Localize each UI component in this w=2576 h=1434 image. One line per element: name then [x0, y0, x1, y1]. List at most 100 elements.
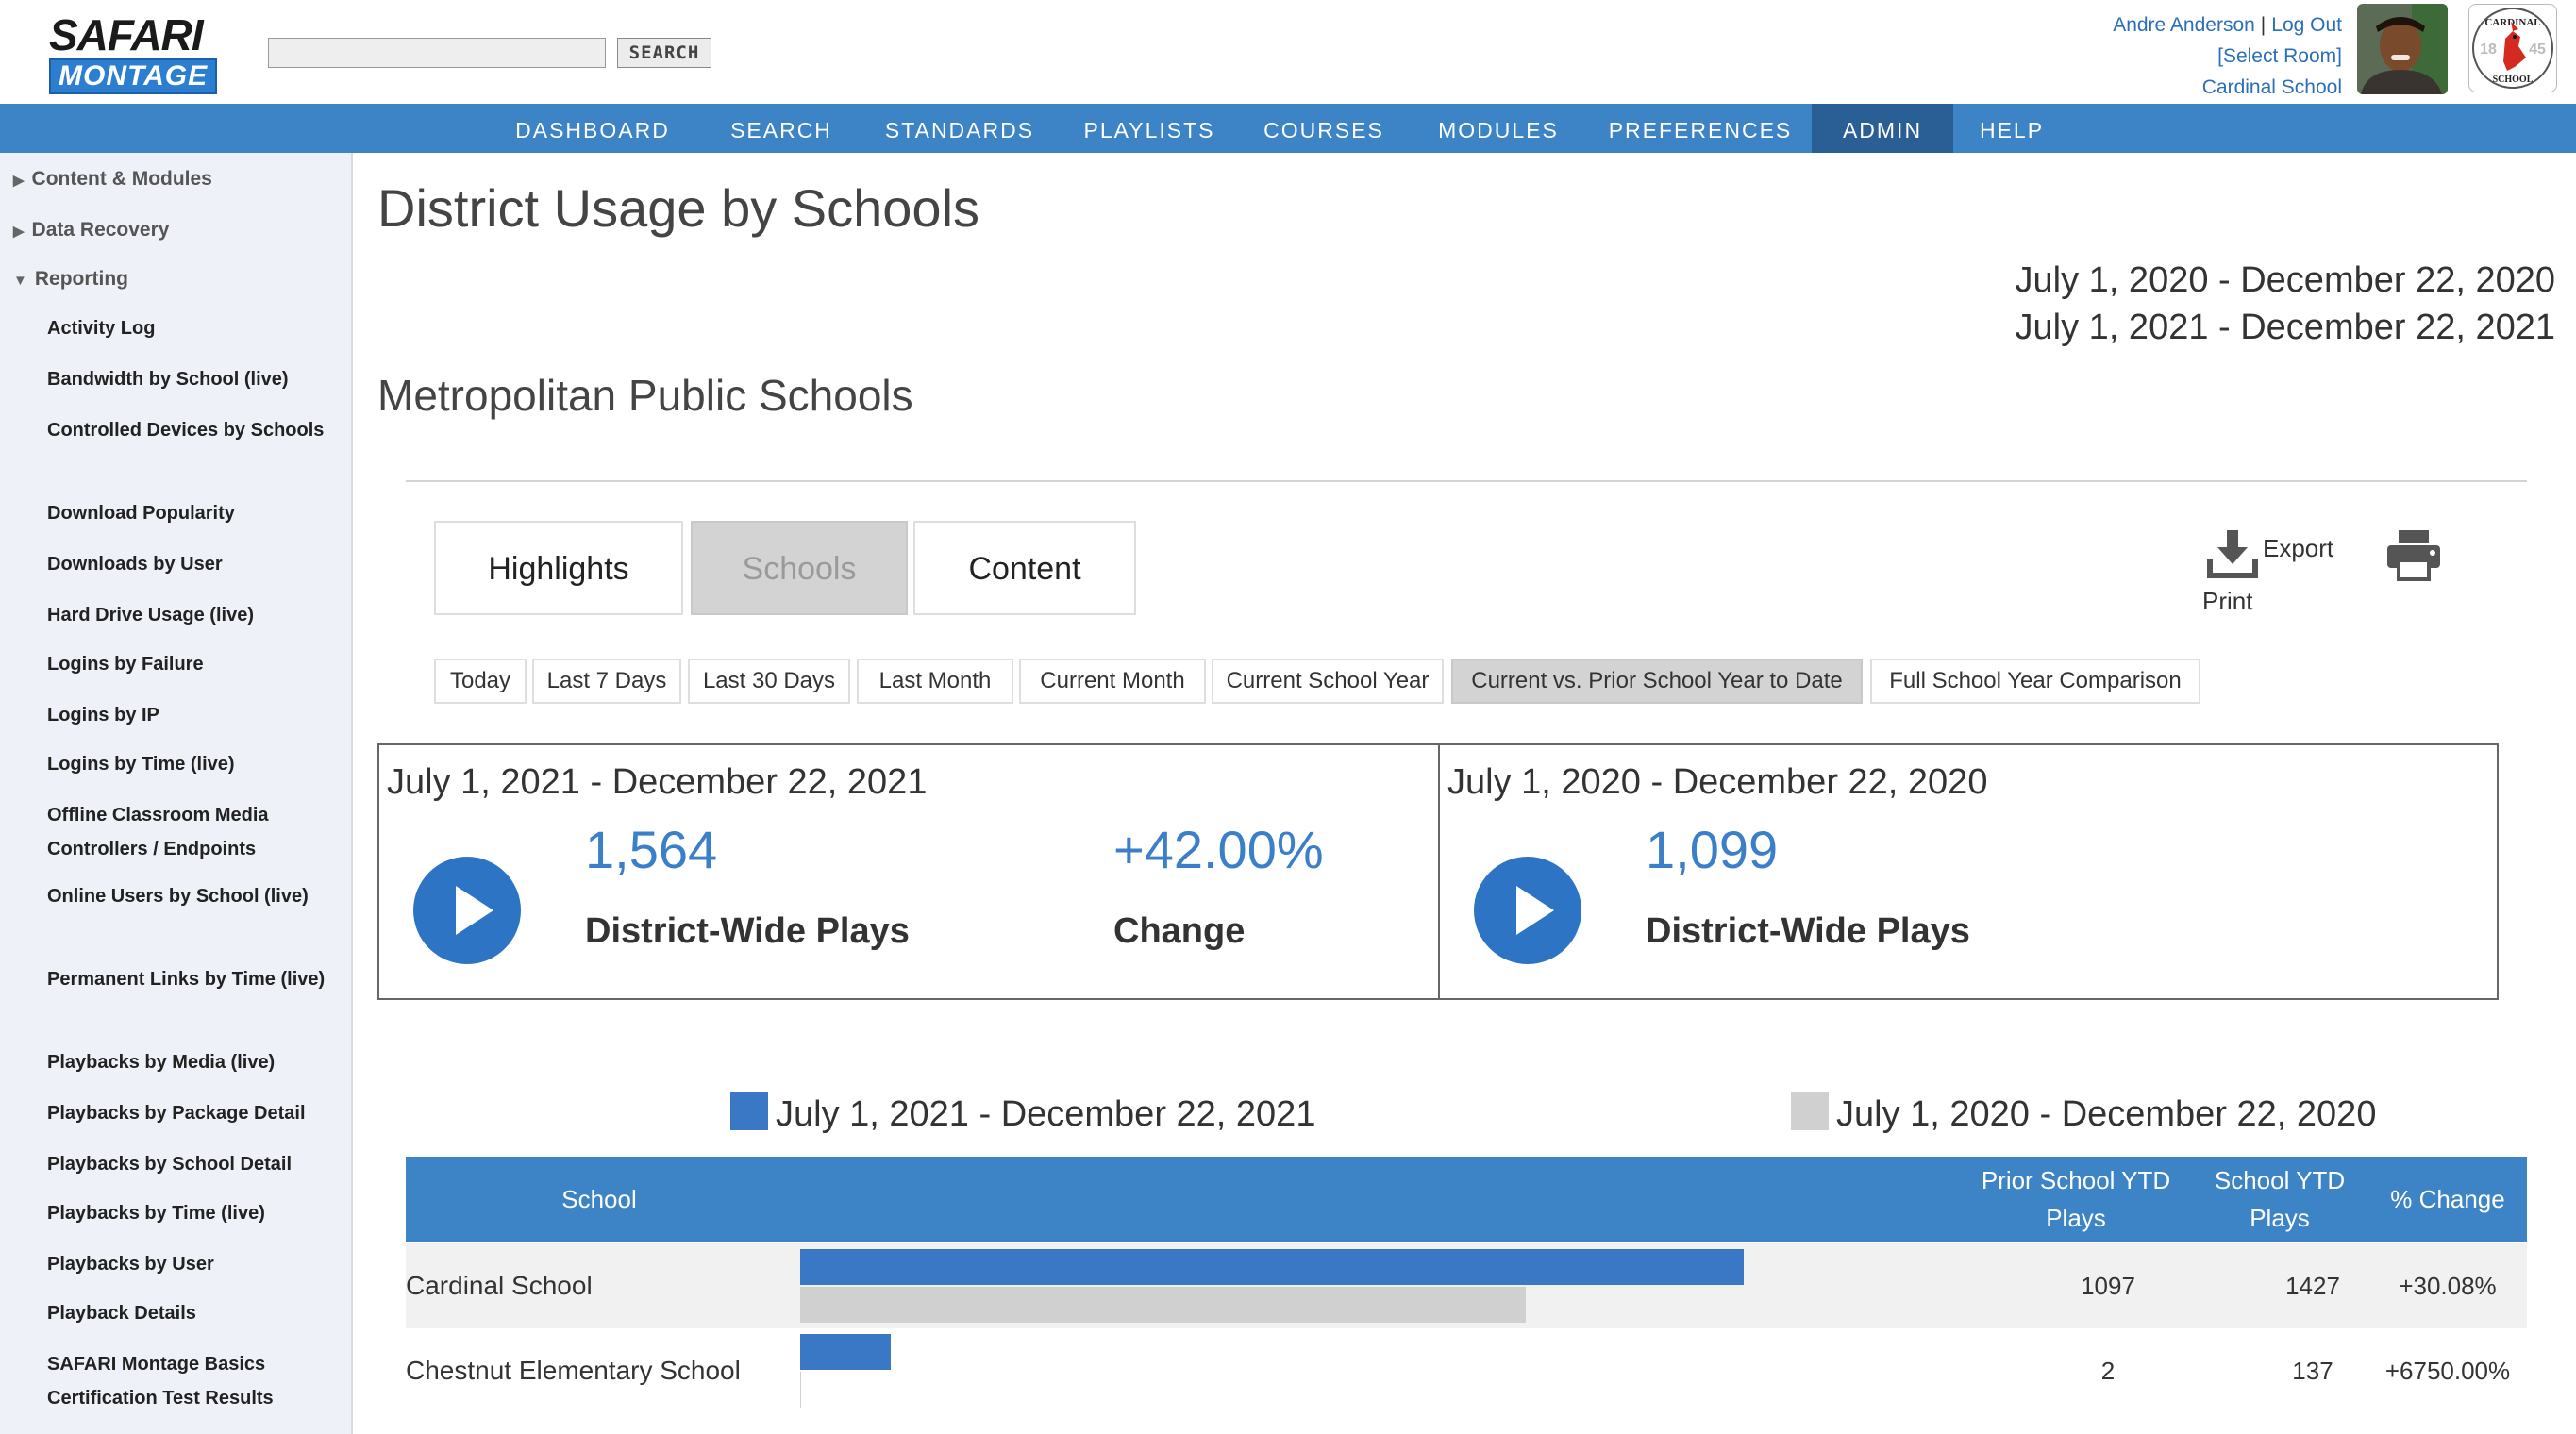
sidebar-item-logins-by-ip[interactable]: Logins by IP — [47, 698, 340, 732]
stat-prior-range: July 1, 2020 - December 22, 2020 — [1447, 762, 1988, 802]
nav-search[interactable]: SEARCH — [718, 104, 845, 153]
link-separator: | — [2260, 14, 2267, 36]
sidebar-item-playbacks-by-media[interactable]: Playbacks by Media (live) — [47, 1045, 340, 1079]
search-input[interactable] — [268, 38, 606, 68]
filter-current-month[interactable]: Current Month — [1019, 659, 1206, 704]
sidebar-item-basics-certification[interactable]: SAFARI Montage Basics Certification Test… — [47, 1347, 340, 1415]
tab-schools[interactable]: Schools — [691, 521, 908, 615]
column-current-plays[interactable]: School YTD Plays — [2199, 1161, 2361, 1237]
legend-label-current: July 1, 2021 - December 22, 2021 — [776, 1094, 1316, 1134]
cardinal-bird-icon: CARDINAL SCHOOL 18 45 — [2472, 8, 2553, 89]
row-current-plays: 1427 — [2285, 1272, 2340, 1300]
row-prior-plays: 1097 — [2081, 1272, 2135, 1300]
stat-current-plays: 1,564 — [585, 820, 718, 879]
export-label[interactable]: Export — [2263, 534, 2333, 563]
sidebar-item-playback-details[interactable]: Playback Details — [47, 1296, 340, 1330]
sidebar-section-content-modules[interactable]: ▶ Content & Modules — [13, 168, 212, 191]
bar-cardinal-prior — [800, 1287, 1526, 1323]
nav-courses[interactable]: COURSES — [1256, 104, 1392, 153]
date-ranges: July 1, 2020 - December 22, 2020 July 1,… — [2016, 257, 2555, 351]
triangle-down-icon: ▼ — [13, 273, 27, 289]
school-link[interactable]: Cardinal School — [2113, 72, 2342, 103]
nav-standards[interactable]: STANDARDS — [875, 104, 1045, 153]
tab-content[interactable]: Content — [913, 521, 1136, 615]
sidebar-item-playbacks-by-school[interactable]: Playbacks by School Detail — [47, 1147, 340, 1181]
filter-last-7-days[interactable]: Last 7 Days — [532, 659, 681, 704]
stat-change-label: Change — [1113, 911, 1246, 951]
column-school[interactable]: School — [406, 1180, 793, 1218]
user-name-link[interactable]: Andre Anderson — [2113, 14, 2255, 36]
stat-box-current: July 1, 2021 - December 22, 2021 1,564 D… — [377, 743, 1440, 1000]
district-name: Metropolitan Public Schools — [377, 371, 913, 420]
legend-swatch-current — [730, 1092, 768, 1130]
nav-dashboard[interactable]: DASHBOARD — [505, 104, 680, 153]
column-change[interactable]: % Change — [2368, 1180, 2527, 1218]
row-prior-plays: 2 — [2100, 1357, 2116, 1385]
divider — [406, 480, 2527, 482]
print-label[interactable]: Print — [2202, 587, 2252, 616]
avatar[interactable] — [2357, 4, 2448, 94]
logo-line2: MONTAGE — [49, 58, 218, 94]
triangle-right-icon: ▶ — [13, 224, 25, 240]
row-school-name: Cardinal School — [406, 1271, 593, 1300]
sidebar-item-playbacks-by-package[interactable]: Playbacks by Package Detail — [47, 1096, 340, 1130]
filter-current-school-year[interactable]: Current School Year — [1212, 659, 1444, 704]
sidebar-item-playbacks-by-time[interactable]: Playbacks by Time (live) — [47, 1196, 340, 1230]
sidebar-section-data-recovery[interactable]: ▶ Data Recovery — [13, 219, 169, 242]
sidebar-item-logins-by-failure[interactable]: Logins by Failure — [47, 647, 340, 681]
select-room-link[interactable]: [Select Room] — [2113, 41, 2342, 72]
play-icon — [1474, 857, 1581, 964]
row-school-name: Chestnut Elementary School — [406, 1356, 741, 1385]
stat-prior-plays-label: District-Wide Plays — [1646, 911, 1970, 951]
filter-current-vs-prior[interactable]: Current vs. Prior School Year to Date — [1451, 659, 1863, 704]
stat-box-prior: July 1, 2020 - December 22, 2020 1,099 D… — [1438, 743, 2499, 1000]
search-button[interactable]: SEARCH — [617, 38, 711, 68]
sidebar-section-label: Data Recovery — [31, 219, 170, 241]
filter-today[interactable]: Today — [434, 659, 527, 704]
page-title: District Usage by Schools — [377, 178, 980, 238]
header: SAFARI MONTAGE SEARCH Andre Anderson | Log… — [0, 0, 2576, 104]
export-download-icon[interactable] — [2206, 530, 2259, 579]
badge-year-left: 18 — [2480, 42, 2497, 58]
sidebar-item-bandwidth-by-school[interactable]: Bandwidth by School (live) — [47, 362, 340, 396]
sidebar-item-online-users[interactable]: Online Users by School (live) — [47, 879, 340, 913]
nav-help[interactable]: HELP — [1965, 104, 2059, 153]
play-icon — [413, 857, 521, 964]
nav-playlists[interactable]: PLAYLISTS — [1077, 104, 1222, 153]
sidebar-section-reporting[interactable]: ▼ Reporting — [13, 268, 128, 291]
nav-preferences[interactable]: PREFERENCES — [1603, 104, 1798, 153]
table-row[interactable]: Cardinal School 1097 1427 +30.08% — [406, 1243, 2527, 1328]
row-current-plays: 137 — [2292, 1357, 2333, 1385]
safari-montage-logo[interactable]: SAFARI MONTAGE — [49, 10, 219, 94]
logout-link[interactable]: Log Out — [2271, 14, 2342, 36]
printer-icon[interactable] — [2385, 528, 2442, 581]
filter-last-month[interactable]: Last Month — [857, 659, 1013, 704]
column-prior-plays[interactable]: Prior School YTD Plays — [1972, 1161, 2180, 1237]
stat-prior-plays: 1,099 — [1646, 820, 1779, 879]
sidebar-item-playbacks-by-user[interactable]: Playbacks by User — [47, 1247, 340, 1281]
sidebar-item-permanent-links[interactable]: Permanent Links by Time (live) — [47, 962, 340, 996]
sidebar-item-hard-drive-usage[interactable]: Hard Drive Usage (live) — [47, 598, 340, 632]
row-change: +6750.00% — [2384, 1357, 2511, 1385]
avatar-photo-icon — [2357, 4, 2448, 94]
date-range-current: July 1, 2021 - December 22, 2021 — [2015, 308, 2555, 347]
stat-current-plays-label: District-Wide Plays — [585, 911, 910, 951]
filter-last-30-days[interactable]: Last 30 Days — [688, 659, 850, 704]
sidebar-item-activity-log[interactable]: Activity Log — [47, 311, 340, 345]
date-range-prior: July 1, 2020 - December 22, 2020 — [2015, 260, 2555, 300]
stat-current-range: July 1, 2021 - December 22, 2021 — [387, 762, 928, 802]
nav-modules[interactable]: MODULES — [1428, 104, 1569, 153]
sidebar-item-offline-classroom[interactable]: Offline Classroom Media Controllers / En… — [47, 798, 340, 866]
row-change: +30.08% — [2399, 1272, 2497, 1300]
sidebar-item-downloads-by-user[interactable]: Downloads by User — [47, 547, 340, 581]
school-badge[interactable]: CARDINAL SCHOOL 18 45 — [2468, 4, 2557, 92]
table-row[interactable]: Chestnut Elementary School 2 137 +6750.0… — [406, 1328, 2527, 1413]
tab-highlights[interactable]: Highlights — [434, 521, 683, 615]
sidebar-item-controlled-devices[interactable]: Controlled Devices by Schools — [47, 413, 340, 447]
filter-full-year-comparison[interactable]: Full School Year Comparison — [1870, 659, 2200, 704]
logo-line1: SAFARI — [49, 10, 204, 59]
sidebar-item-logins-by-time[interactable]: Logins by Time (live) — [47, 747, 340, 781]
table-header: School Prior School YTD Plays School YTD… — [406, 1157, 2527, 1242]
sidebar-item-download-popularity[interactable]: Download Popularity — [47, 496, 340, 530]
nav-admin[interactable]: ADMIN — [1812, 104, 1953, 153]
